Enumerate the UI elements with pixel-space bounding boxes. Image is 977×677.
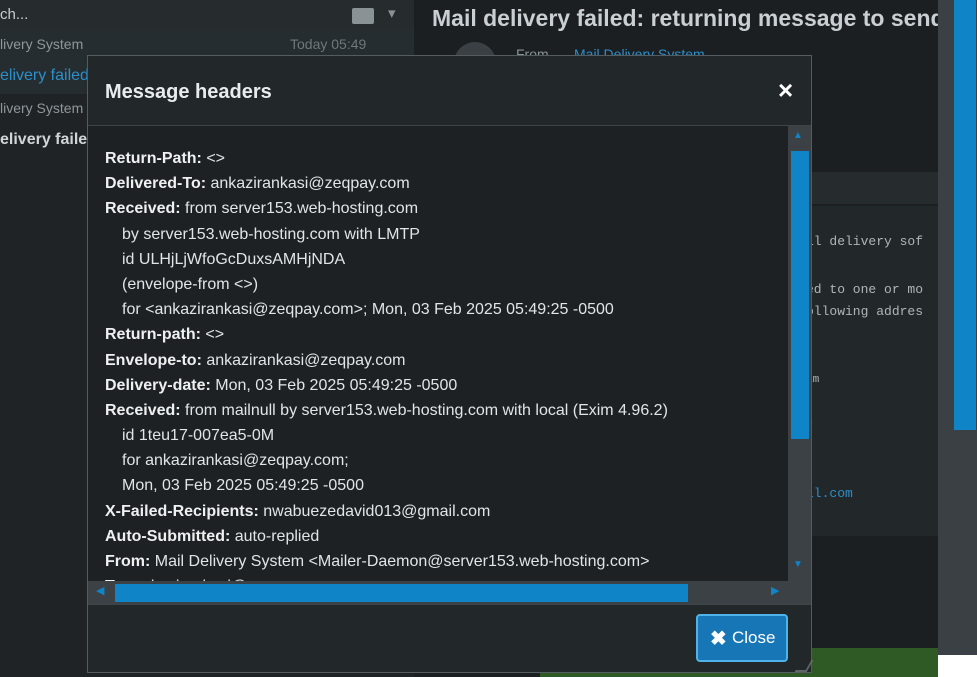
search-bar[interactable]: ch... ▾ [0, 0, 414, 31]
message-subject: elivery failed [0, 67, 89, 84]
header-line: for <ankazirankasi@zeqpay.com>; Mon, 03 … [105, 297, 668, 322]
scroll-left-arrow-icon[interactable]: ◀ [96, 584, 104, 597]
header-name: Delivery-date: [105, 376, 211, 394]
body-text: ed to one or mo [806, 282, 924, 297]
header-name: Return-path: [105, 326, 201, 344]
headers-list: Return-Path: <> Delivered-To: ankaziranka… [105, 146, 668, 581]
header-name: From: [105, 553, 151, 570]
header-line: Return-Path: <> [105, 146, 668, 171]
header-value: from server153.web-hosting.com [180, 200, 419, 218]
header-value: for <ankazirankasi@zeqpay.com>; Mon, 03 … [122, 301, 614, 319]
page-scrollbar-thumb[interactable] [954, 0, 976, 430]
header-value: (envelope-from <>) [122, 275, 259, 293]
header-line: by server153.web-hosting.com with LMTP [105, 222, 668, 247]
header-name: X-Failed-Recipients: [105, 502, 259, 520]
close-button[interactable]: ✖ Close [696, 614, 788, 662]
header-line: Envelope-to: ankazirankasi@zeqpay.com [105, 348, 668, 373]
header-value: for ankazirankasi@zeqpay.com; [122, 452, 349, 470]
header-name: Delivered-To: [105, 175, 207, 193]
message-subject: elivery failed [0, 131, 97, 148]
header-line: Return-path: <> [105, 322, 668, 347]
header-name: Auto-Submitted: [105, 527, 231, 545]
header-line: To: ankazirankasi@zeqpay.com [105, 574, 668, 581]
header-value: id ULHjLjWfoGcDuxsAMHjNDA [122, 250, 346, 268]
header-line: Received: from mailnull by server153.web… [105, 398, 668, 423]
header-line: Delivered-To: ankazirankasi@zeqpay.com [105, 171, 668, 196]
message-title: Mail delivery failed: returning message … [432, 5, 938, 31]
search-input[interactable]: ch... [0, 6, 28, 23]
message-sender: livery System [0, 36, 84, 52]
header-line: (envelope-from <>) [105, 272, 668, 297]
corner-block [938, 655, 977, 677]
body-text: am [806, 374, 820, 386]
header-value: id 1teu17-007ea5-0M [122, 427, 275, 445]
header-line: Auto-Submitted: auto-replied [105, 524, 668, 549]
header-name: Envelope-to: [105, 351, 202, 369]
header-value: <> [200, 326, 225, 344]
header-name: Received: [105, 200, 181, 218]
message-headers-dialog: Message headers × Return-Path: <> Deliver… [87, 55, 814, 673]
close-icon: ✖ [710, 628, 727, 650]
header-value: nwabuezedavid013@gmail.com [258, 502, 491, 520]
header-line: From: Mail Delivery System <Mailer-Daemo… [105, 549, 668, 574]
message-toolbar-strip [794, 172, 938, 204]
scroll-up-arrow-icon[interactable]: ▲ [793, 130, 803, 141]
header-value: auto-replied [230, 527, 320, 545]
header-line: id ULHjLjWfoGcDuxsAMHjNDA [105, 247, 668, 272]
body-text: ollowing addres [806, 304, 924, 319]
headers-content[interactable]: Return-Path: <> Delivered-To: ankaziranka… [88, 126, 788, 581]
header-value: ankazirankasi@zeqpay.com [201, 351, 406, 369]
envelope-icon[interactable] [352, 8, 374, 24]
scroll-right-arrow-icon[interactable]: ▶ [771, 584, 779, 597]
body-text: m [806, 417, 938, 429]
message-sender: livery System [0, 100, 84, 116]
close-button-label: Close [732, 628, 776, 647]
body-text: il delivery sof [806, 234, 924, 249]
header-value: Mon, 03 Feb 2025 05:49:25 -0500 [210, 376, 458, 394]
body-link[interactable]: il.com [806, 486, 938, 501]
header-value: from mailnull by server153.web-hosting.c… [180, 401, 668, 419]
scroll-down-arrow-icon[interactable]: ▼ [793, 559, 803, 570]
horizontal-scrollbar-thumb[interactable] [115, 584, 688, 602]
chevron-down-icon[interactable]: ▾ [388, 4, 396, 22]
header-value: ankazirankasi@zeqpay.com [206, 175, 410, 193]
header-value: by server153.web-hosting.com with LMTP [122, 225, 420, 243]
header-line: for ankazirankasi@zeqpay.com; [105, 448, 668, 473]
header-line: id 1teu17-007ea5-0M [105, 423, 668, 448]
vertical-scrollbar-thumb[interactable] [791, 151, 809, 439]
header-name: Received: [105, 401, 181, 419]
message-date: Today 05:49 [290, 36, 367, 52]
scrollbar-corner [788, 581, 811, 604]
header-line: Mon, 03 Feb 2025 05:49:25 -0500 [105, 473, 668, 498]
header-line: Received: from server153.web-hosting.com [105, 196, 668, 221]
dialog-header: Message headers × [88, 56, 811, 126]
header-line: X-Failed-Recipients: nwabuezedavid013@gm… [105, 499, 668, 524]
dialog-title: Message headers [105, 81, 272, 103]
close-icon[interactable]: × [778, 77, 793, 103]
header-value: Mail Delivery System <Mailer-Daemon@serv… [150, 553, 650, 570]
header-name: Return-Path: [105, 150, 202, 167]
header-value: Mon, 03 Feb 2025 05:49:25 -0500 [122, 477, 364, 495]
header-value: <> [201, 150, 226, 167]
header-line: Delivery-date: Mon, 03 Feb 2025 05:49:25… [105, 373, 668, 398]
